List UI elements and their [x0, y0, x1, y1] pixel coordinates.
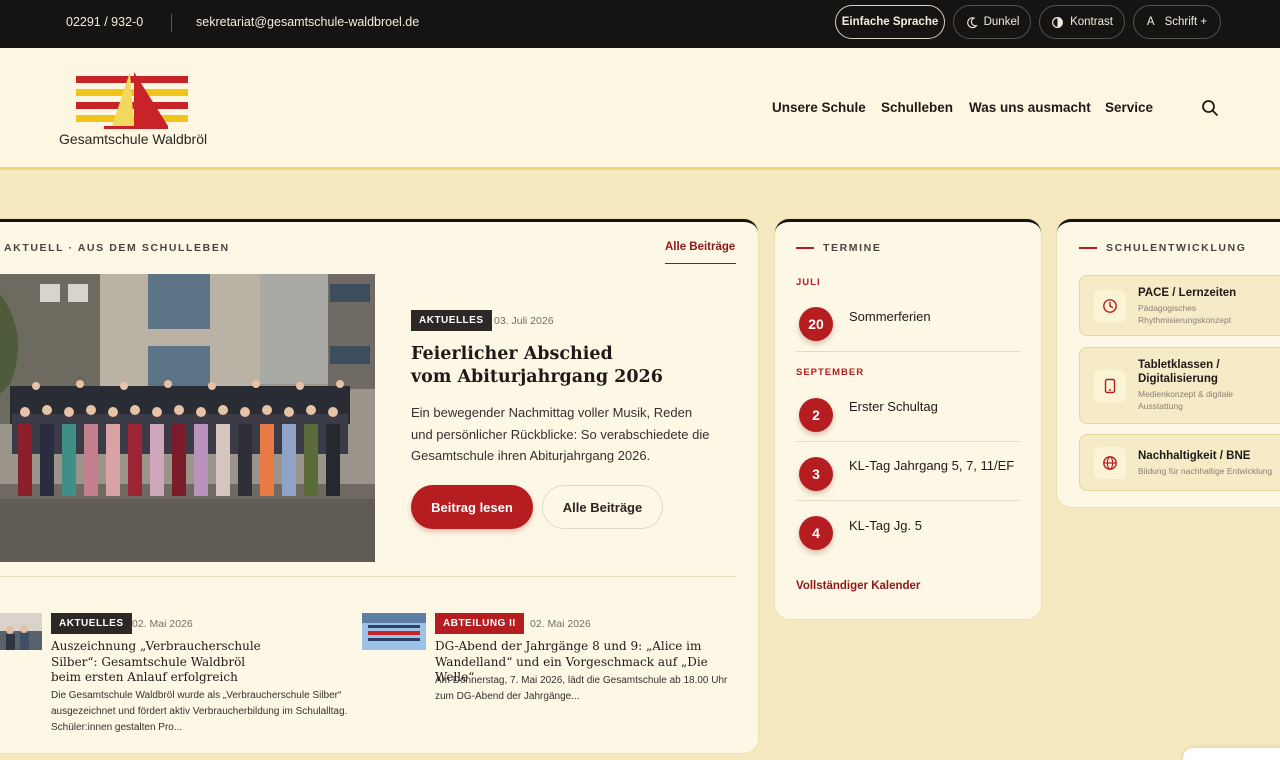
news-item-excerpt: Am Donnerstag, 7. Mai 2026, lädt die Ges…: [435, 675, 728, 702]
nav-item-unsere-schule[interactable]: Unsere Schule: [772, 100, 866, 115]
development-item-tablet[interactable]: Tabletklassen / Digitalisierung Medienko…: [1079, 347, 1280, 424]
phone-link[interactable]: 02291 / 932-0: [66, 15, 143, 29]
nav-item-was-uns-ausmacht[interactable]: Was uns ausmacht: [969, 100, 1091, 115]
school-logo-icon[interactable]: [74, 72, 192, 130]
eyebrow-accent: [796, 247, 814, 249]
subtitle-line: Medienkonzept & digitale: [1138, 389, 1233, 399]
news-thumbnail[interactable]: [362, 613, 426, 650]
event-title[interactable]: Sommerferien: [849, 309, 931, 324]
font-size-label: Schrift +: [1164, 16, 1208, 28]
category-badge: ABTEILUNG II: [435, 613, 524, 634]
post-date: 02. Mai 2026: [530, 618, 591, 630]
subtitle-line: Rhythmisierungskonzept: [1138, 315, 1232, 325]
subtitle-line: Ausstattung: [1138, 401, 1183, 411]
featured-photo[interactable]: [0, 274, 375, 562]
development-item-subtitle: Pädagogisches Rhythmisierungskonzept: [1138, 302, 1280, 326]
event-title[interactable]: KL-Tag Jg. 5: [849, 518, 922, 533]
featured-title[interactable]: Feierlicher Abschied vom Abiturjahrgang …: [411, 343, 731, 389]
event-day-badge: 2: [799, 398, 833, 432]
subtitle-line: Pädagogisches: [1138, 303, 1197, 313]
title-line: Tabletklassen /: [1138, 359, 1220, 371]
dark-mode-button[interactable]: Dunkel: [953, 5, 1031, 39]
nav-item-service[interactable]: Service: [1105, 100, 1153, 115]
font-icon: A: [1146, 16, 1155, 28]
development-item-title: PACE / Lernzeiten: [1138, 287, 1237, 299]
contrast-button[interactable]: Kontrast: [1039, 5, 1125, 39]
easy-language-label: Einfache Sprache: [841, 16, 939, 28]
events-eyebrow: TERMINE: [823, 242, 882, 254]
development-item-pace[interactable]: PACE / Lernzeiten Pädagogisches Rhythmis…: [1079, 275, 1280, 336]
contrast-icon: [1052, 16, 1064, 28]
link-underline: [665, 263, 736, 264]
event-day-badge: 3: [799, 457, 833, 491]
category-badge: AKTUELLES: [51, 613, 132, 634]
site-header: Gesamtschule Waldbröl Unsere Schule Schu…: [0, 48, 1280, 170]
featured-title-line: vom Abiturjahrgang 2026: [411, 367, 663, 387]
featured-excerpt: Ein bewegender Nachmittag voller Musik, …: [411, 405, 710, 463]
tablet-icon: [1094, 370, 1126, 402]
month-label: SEPTEMBER: [796, 367, 865, 378]
category-badge: AKTUELLES: [411, 310, 492, 331]
divider: [796, 351, 1020, 352]
event-day-badge: 4: [799, 516, 833, 550]
floating-widget[interactable]: [1183, 748, 1280, 760]
contrast-label: Kontrast: [1070, 16, 1113, 28]
eyebrow-accent: [1079, 247, 1097, 249]
dark-mode-label: Dunkel: [983, 16, 1020, 28]
event-title[interactable]: Erster Schultag: [849, 399, 938, 414]
news-item-title-line: Silber“: Gesamtschule Waldbröl: [51, 654, 246, 669]
news-eyebrow: AKTUELL · AUS DEM SCHULLEBEN: [4, 242, 230, 254]
development-item-title: Nachhaltigkeit / BNE: [1138, 450, 1251, 462]
news-item-title-line: DG-Abend der Jahrgänge 8 und 9: „Alice i…: [435, 639, 702, 653]
read-post-button[interactable]: Beitrag lesen: [411, 485, 533, 529]
development-item-title: Tabletklassen / Digitalisierung: [1138, 358, 1280, 386]
event-title[interactable]: KL-Tag Jahrgang 5, 7, 11/EF: [849, 458, 1014, 473]
globe-icon: [1094, 447, 1126, 479]
all-posts-button[interactable]: Alle Beiträge: [542, 485, 663, 529]
featured-title-line: Feierlicher Abschied: [411, 344, 613, 364]
development-item-bne[interactable]: Nachhaltigkeit / BNE Bildung für nachhal…: [1079, 434, 1280, 491]
post-date: 02. Mai 2026: [132, 618, 193, 630]
moon-icon: [966, 16, 978, 28]
divider: [796, 500, 1020, 501]
logo-text: Gesamtschule Waldbröl: [59, 131, 208, 147]
clock-icon: [1094, 290, 1126, 322]
search-icon[interactable]: [1201, 99, 1219, 117]
school-development-eyebrow: SCHULENTWICKLUNG: [1106, 242, 1247, 254]
full-calendar-link[interactable]: Vollständiger Kalender: [796, 580, 920, 592]
title-line: Digitalisierung: [1138, 373, 1218, 385]
post-date: 03. Juli 2026: [494, 315, 554, 327]
utility-bar: 02291 / 932-0 sekretariat@gesamtschule-w…: [0, 0, 1280, 48]
divider: [171, 14, 172, 32]
font-size-button[interactable]: A Schrift +: [1133, 5, 1221, 39]
news-item-title[interactable]: Auszeichnung „Verbraucherschule Silber“:…: [51, 639, 351, 686]
news-item-title-line: Auszeichnung „Verbraucherschule: [51, 639, 261, 653]
easy-language-button[interactable]: Einfache Sprache: [835, 5, 945, 39]
month-label: JULI: [796, 277, 821, 288]
all-posts-link[interactable]: Alle Beiträge: [665, 241, 735, 253]
news-item-title-line: beim ersten Anlauf erfolgreich: [51, 670, 238, 684]
divider: [796, 441, 1020, 442]
event-day-badge: 20: [799, 307, 833, 341]
news-item-excerpt: Die Gesamtschule Waldbröl wurde als „Ver…: [51, 690, 348, 733]
development-item-subtitle: Medienkonzept & digitale Ausstattung: [1138, 388, 1280, 412]
nav-item-schulleben[interactable]: Schulleben: [881, 100, 953, 115]
email-link[interactable]: sekretariat@gesamtschule-waldbroel.de: [196, 15, 419, 29]
development-item-subtitle: Bildung für nachhaltige Entwicklung: [1138, 466, 1273, 476]
news-thumbnail[interactable]: [0, 613, 42, 650]
divider: [0, 576, 736, 577]
